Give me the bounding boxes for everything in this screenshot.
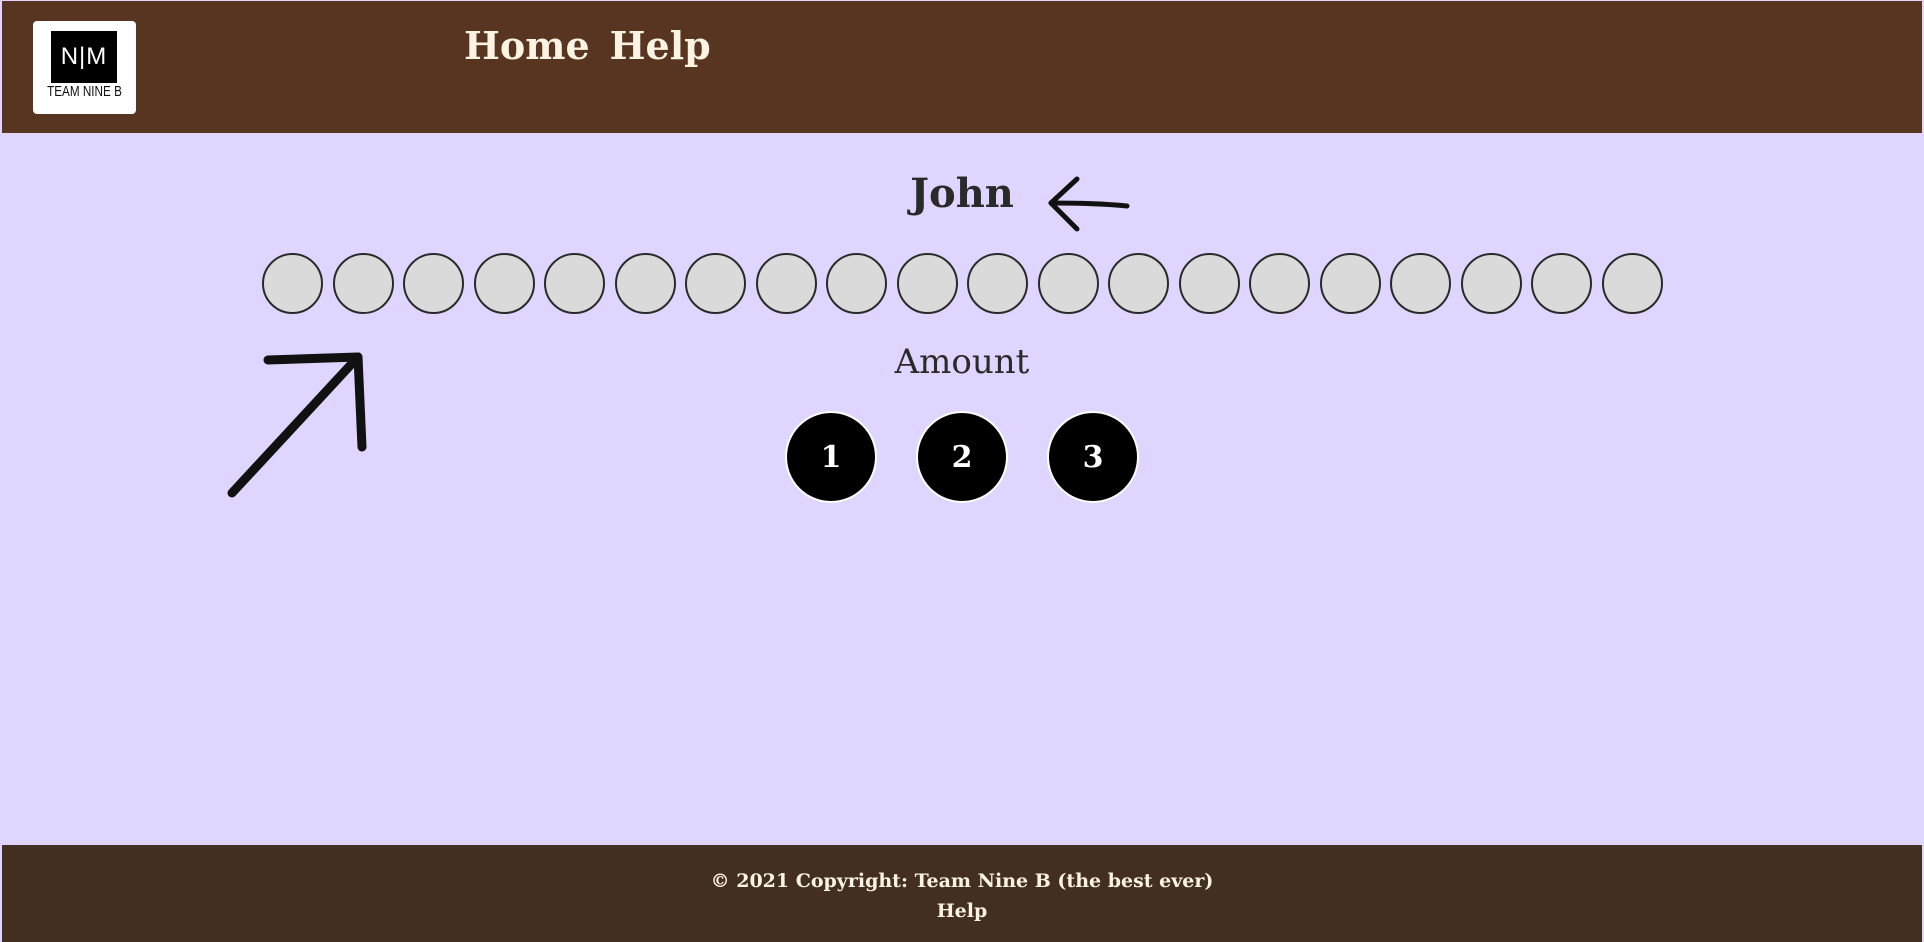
current-player-name: John (910, 170, 1014, 217)
logo-mark: N|M (51, 31, 117, 83)
nav-home-link[interactable]: Home (464, 23, 590, 68)
stone[interactable] (967, 253, 1028, 314)
stone[interactable] (1460, 253, 1522, 314)
stone[interactable] (403, 253, 464, 314)
stone[interactable] (896, 253, 958, 314)
footer-help-link[interactable]: Help (937, 900, 988, 922)
stone[interactable] (1108, 253, 1169, 314)
stone[interactable] (826, 253, 887, 314)
stone[interactable] (1037, 253, 1099, 314)
stone[interactable] (1249, 253, 1310, 314)
stone[interactable] (1390, 253, 1451, 314)
nav-help-link[interactable]: Help (610, 23, 711, 68)
amount-2-button[interactable]: 2 (916, 411, 1008, 503)
arrow-left-icon (1048, 176, 1130, 232)
team-logo[interactable]: N|M TEAM NINE B (33, 21, 136, 114)
stone[interactable] (262, 253, 323, 314)
amount-label: Amount (894, 342, 1030, 382)
site-header: N|M TEAM NINE B Home Help (2, 1, 1922, 133)
amount-1-button[interactable]: 1 (785, 411, 877, 503)
stone[interactable] (332, 253, 394, 314)
stone[interactable] (544, 253, 605, 314)
site-footer: © 2021 Copyright: Team Nine B (the best … (2, 845, 1922, 942)
stone[interactable] (1178, 253, 1240, 314)
copyright-text: © 2021 Copyright: Team Nine B (the best … (710, 870, 1214, 892)
stone[interactable] (473, 253, 535, 314)
stone[interactable] (1531, 253, 1592, 314)
logo-team-name: TEAM NINE B (47, 83, 122, 100)
stone[interactable] (755, 253, 817, 314)
stone[interactable] (685, 253, 746, 314)
stone[interactable] (614, 253, 676, 314)
amount-3-button[interactable]: 3 (1047, 411, 1139, 503)
main-nav: Home Help (464, 23, 711, 68)
stone[interactable] (1319, 253, 1381, 314)
stone[interactable] (1601, 253, 1663, 314)
arrow-up-right-icon (227, 352, 367, 498)
